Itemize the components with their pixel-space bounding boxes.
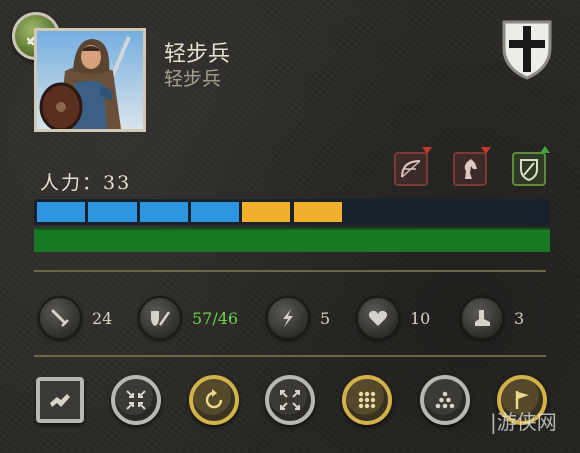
watermark: |游侠网 — [490, 410, 557, 434]
stat-charge: 5 — [266, 296, 330, 340]
divider-bottom — [34, 355, 546, 357]
manpower-value: 33 — [103, 172, 132, 194]
rotate-icon — [205, 389, 223, 409]
sword-icon — [38, 296, 82, 340]
bow-icon — [401, 160, 421, 178]
manpower-segment-blue — [139, 202, 188, 222]
manpower-segment-gold — [293, 202, 342, 222]
trait-horse[interactable] — [453, 147, 491, 186]
grid-formation-icon — [358, 391, 376, 409]
cross-shield-icon — [502, 20, 552, 80]
rotate-button[interactable] — [189, 375, 239, 425]
shield-sword-icon — [138, 296, 182, 340]
manpower-segment-blue — [88, 202, 137, 222]
stat-melee-attack: 24 — [38, 296, 112, 340]
manpower-segment-blue — [190, 202, 240, 222]
defense-value: 57/46 — [192, 308, 239, 328]
shield-icon — [520, 159, 538, 181]
heart-icon — [356, 296, 400, 340]
unit-portrait — [34, 28, 146, 132]
manpower-segment-blue — [37, 202, 86, 222]
manpower-bar — [34, 199, 550, 225]
trait-bow[interactable] — [394, 147, 432, 186]
converge-icon — [126, 390, 146, 410]
manpower-segment-gold — [242, 202, 291, 222]
triangle-formation-icon — [435, 391, 455, 409]
expand-icon — [280, 390, 300, 410]
divider-top — [34, 270, 546, 272]
health-bar — [34, 228, 550, 252]
formation-toggle-button[interactable] — [36, 377, 84, 423]
trait-shield[interactable] — [512, 146, 550, 186]
speed-value: 3 — [514, 308, 525, 328]
unit-type: 轻步兵 — [164, 68, 222, 90]
melee-attack-value: 24 — [92, 308, 113, 328]
health-value: 10 — [410, 308, 431, 328]
lightning-icon — [266, 296, 310, 340]
stat-health: 10 — [356, 296, 430, 340]
manpower-label: 人力： — [40, 172, 104, 194]
formation-square-icon — [50, 394, 70, 407]
triangle-formation-button[interactable] — [420, 375, 470, 425]
grid-formation-button[interactable] — [342, 375, 392, 425]
stat-speed: 3 — [460, 296, 524, 340]
charge-value: 5 — [320, 308, 331, 328]
stat-defense: 57/46 — [138, 296, 238, 340]
expand-button[interactable] — [265, 375, 315, 425]
manpower: 人力：33 — [40, 168, 131, 195]
converge-button[interactable] — [111, 375, 161, 425]
horse-icon — [464, 159, 477, 179]
boot-icon — [460, 296, 504, 340]
